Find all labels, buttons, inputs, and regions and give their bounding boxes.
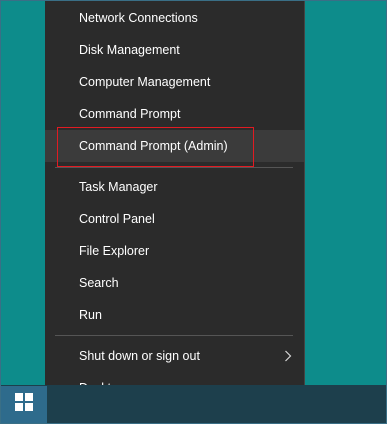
screenshot-border (0, 0, 387, 424)
